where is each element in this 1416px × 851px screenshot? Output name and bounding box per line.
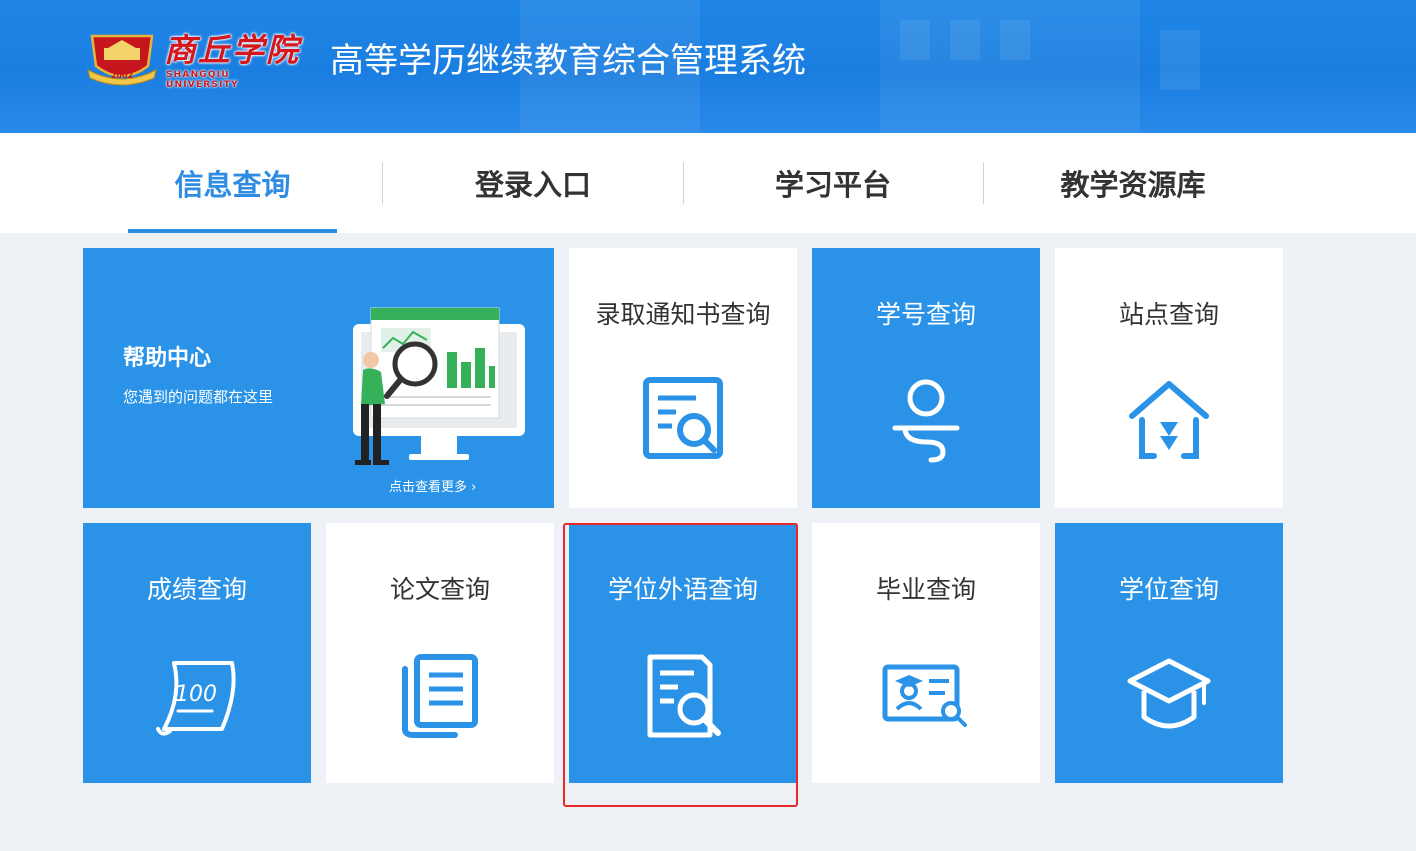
document-search-icon <box>643 377 723 459</box>
data-analysis-illustration-icon <box>353 307 525 465</box>
tile-degree-query[interactable]: 学位查询 <box>1055 523 1283 783</box>
svg-text:2002: 2002 <box>111 71 133 80</box>
tile-label: 站点查询 <box>1118 300 1219 329</box>
header-background-window <box>1000 20 1030 60</box>
help-center-subtitle: 您遇到的问题都在这里 <box>123 388 274 406</box>
tile-site-query[interactable]: 站点查询 <box>1055 248 1283 508</box>
score-100-icon: 100 <box>156 661 236 736</box>
tile-label: 学位查询 <box>1118 575 1219 604</box>
book-icon <box>402 654 478 738</box>
university-emblem-icon: 2002 <box>87 34 157 86</box>
site-header: 2002 商丘学院 SHANGQIU UNIVERSITY 高等学历继续教育综合… <box>0 0 1416 133</box>
header-background-window <box>1160 30 1200 90</box>
tab-learning-platform[interactable]: 学习平台 <box>728 133 938 233</box>
help-center-more-link[interactable]: 点击查看更多 › <box>389 476 476 495</box>
tile-score-query[interactable]: 成绩查询 100 <box>83 523 311 783</box>
tile-label: 学位外语查询 <box>607 575 758 604</box>
tile-degree-foreign-language-query[interactable]: 学位外语查询 <box>569 523 797 783</box>
university-logo[interactable]: 2002 商丘学院 SHANGQIU UNIVERSITY <box>86 30 306 90</box>
tile-graduation-query[interactable]: 毕业查询 <box>812 523 1040 783</box>
tile-student-id-query[interactable]: 学号查询 <box>812 248 1040 508</box>
tab-login-entry[interactable]: 登录入口 <box>428 133 638 233</box>
tile-label: 学号查询 <box>875 300 976 329</box>
main-nav: 信息查询 登录入口 学习平台 教学资源库 <box>0 133 1416 233</box>
house-location-icon <box>1129 381 1209 459</box>
graduation-cap-icon <box>1127 658 1211 729</box>
tile-label: 论文查询 <box>389 575 490 604</box>
help-center-title: 帮助中心 <box>123 346 212 371</box>
header-background-window <box>900 20 930 60</box>
nav-separator <box>382 162 383 204</box>
system-title: 高等学历继续教育综合管理系统 <box>330 41 806 81</box>
active-tab-underline <box>128 229 337 233</box>
document-magnifier-icon <box>647 654 721 738</box>
tile-label: 成绩查询 <box>146 575 247 604</box>
svg-text:100: 100 <box>175 682 217 707</box>
header-background-window <box>950 20 980 60</box>
certificate-icon <box>882 664 967 727</box>
nav-separator <box>683 162 684 204</box>
tab-teaching-resources[interactable]: 教学资源库 <box>1028 133 1238 233</box>
help-center-tile[interactable]: 帮助中心 您遇到的问题都在这里 点击查看更多 › <box>83 248 554 508</box>
logo-english-text: SHANGQIU UNIVERSITY <box>166 70 239 90</box>
tab-info-query[interactable]: 信息查询 <box>128 133 337 233</box>
user-id-icon <box>892 379 960 463</box>
tile-admission-notice-query[interactable]: 录取通知书查询 <box>569 248 797 508</box>
tile-label: 毕业查询 <box>875 575 976 604</box>
tile-thesis-query[interactable]: 论文查询 <box>326 523 554 783</box>
tile-label: 录取通知书查询 <box>595 300 771 329</box>
logo-script-text: 商丘学院 <box>164 31 301 69</box>
nav-separator <box>983 162 984 204</box>
